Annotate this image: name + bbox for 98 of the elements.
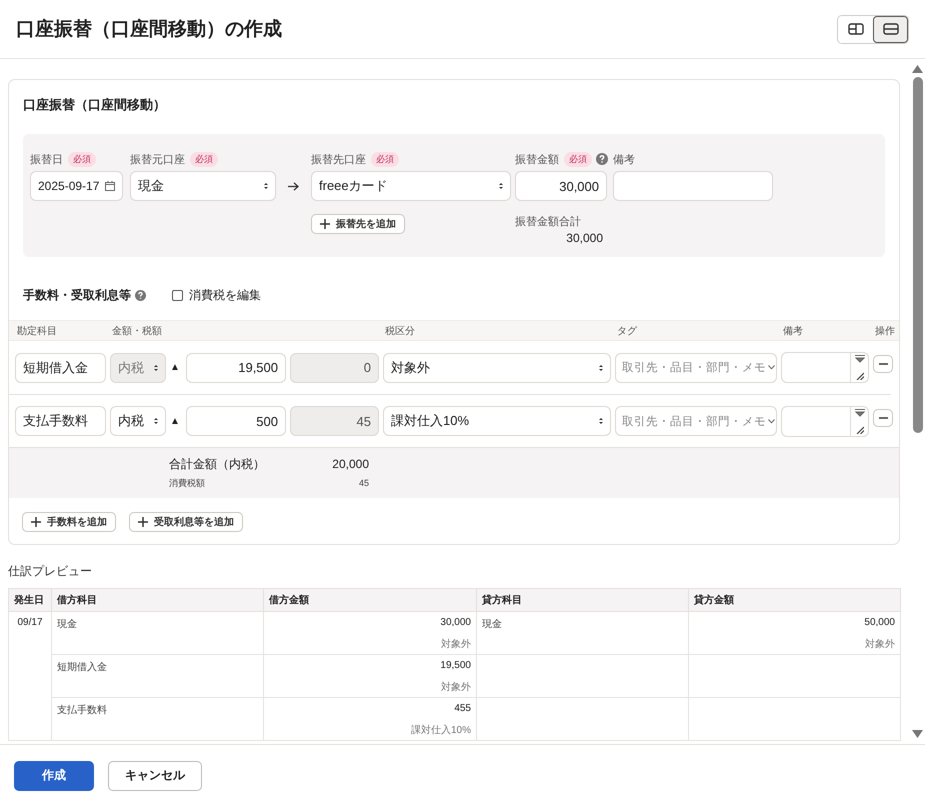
section-title: 仕訳プレビュー (8, 563, 93, 580)
column-header: 発生日 (8, 588, 52, 612)
split-layout-icon (848, 23, 864, 35)
tax-amount-field: 0 (290, 352, 379, 382)
create-button[interactable]: 作成 (14, 760, 94, 790)
amount-text: 19,500 (439, 660, 471, 671)
select-caret-icon (599, 364, 603, 372)
right-arrow-icon (288, 182, 299, 190)
total-value: 20,000 (331, 457, 369, 471)
plus-icon (138, 517, 148, 527)
select-caret-icon (264, 182, 268, 190)
amount-text: 50,000 (863, 617, 895, 628)
tax-class-text: 対象外 (864, 638, 895, 651)
scrollbar-thumb[interactable] (912, 77, 922, 433)
field-label: 振替金額 (515, 152, 559, 166)
date-field[interactable]: 2025-09-17 (30, 171, 123, 201)
column-header: 税区分 (384, 324, 416, 338)
minus-sign: ▲ (170, 362, 181, 373)
add-fee-button[interactable]: 手数料を追加 (22, 512, 116, 532)
remove-row-button[interactable] (873, 355, 893, 373)
required-badge: 必須 (371, 152, 399, 166)
total-label: 振替金額合計 (515, 214, 582, 229)
chevron-down-icon (768, 365, 775, 370)
total-value: 30,000 (565, 231, 603, 245)
select-field[interactable]: 課対仕入10% (383, 406, 611, 436)
column-header: 備考 (782, 324, 804, 338)
date-cell: 09/17 (8, 612, 52, 740)
column-header: タグ (616, 324, 638, 338)
amount-field[interactable]: 19,500 (186, 352, 286, 382)
select-field[interactable]: 内税 (110, 406, 166, 436)
required-badge: 必須 (68, 152, 96, 166)
total-label: 合計金額（内税） (169, 456, 266, 472)
amount-text: 455 (453, 703, 471, 714)
scroll-down-icon[interactable] (912, 730, 923, 738)
column-header: 操作 (874, 324, 896, 338)
column-header: 借方科目 (52, 588, 264, 612)
table-cell: 支払手数料 (52, 698, 264, 740)
amount-field[interactable]: 30,000 (515, 171, 607, 201)
chevron-down-icon (768, 418, 775, 424)
add-destination-button[interactable]: 振替先を追加 (311, 214, 405, 234)
column-header: 借方金額 (264, 588, 476, 612)
field-label: 振替先口座 (311, 152, 366, 166)
plus-icon (320, 219, 330, 229)
tax-amount-field: 45 (290, 406, 379, 436)
select-field[interactable]: 対象外 (383, 352, 611, 382)
checkbox-label: 消費税を編集 (189, 287, 261, 304)
tag-select-field[interactable]: 取引先・品目・部門・メモ (615, 352, 777, 382)
section-title: 口座振替（口座間移動） (22, 96, 167, 114)
field-label: 振替日 (30, 152, 63, 166)
triangle-down-icon (854, 408, 864, 416)
remove-row-button[interactable] (873, 409, 893, 427)
cancel-button[interactable]: キャンセル (108, 760, 202, 790)
field-label: 振替元口座 (130, 152, 185, 166)
page-title: 口座振替（口座間移動）の作成 (16, 18, 282, 42)
column-header: 貸方金額 (688, 588, 900, 612)
table-cell: 現金 (476, 612, 688, 654)
minus-icon (878, 417, 888, 419)
table-cell: 現金 (52, 612, 264, 654)
memo-field[interactable] (613, 171, 773, 201)
resize-grip-icon (856, 372, 864, 380)
tax-class-text: 課対仕入10% (410, 724, 471, 737)
scroll-up-icon[interactable] (912, 65, 923, 73)
checkbox[interactable] (172, 290, 183, 301)
select-field[interactable]: 現金 (130, 171, 276, 201)
tax-label: 消費税額 (169, 476, 206, 490)
minus-sign: ▲ (170, 416, 181, 426)
table-cell: 短期借入金 (52, 654, 264, 698)
minus-icon (878, 363, 888, 365)
column-header: 貸方科目 (476, 588, 688, 612)
help-icon (135, 290, 146, 301)
select-caret-icon (154, 364, 158, 372)
amount-field[interactable]: 500 (186, 406, 286, 436)
layout-toggle-button[interactable] (873, 16, 908, 42)
field-label: 備考 (613, 152, 635, 166)
required-badge: 必須 (564, 152, 592, 166)
select-caret-icon (499, 182, 503, 190)
amount-text: 30,000 (439, 617, 471, 628)
section-title: 手数料・受取利息等 (23, 287, 131, 304)
triangle-down-icon (854, 355, 864, 363)
tax-class-text: 対象外 (440, 680, 471, 694)
select-field: 内税 (110, 352, 166, 382)
tag-select-field[interactable]: 取引先・品目・部門・メモ (615, 406, 777, 436)
tax-class-text: 対象外 (440, 638, 471, 651)
select-field[interactable]: freeeカード (311, 171, 511, 201)
stacked-layout-icon (882, 23, 898, 35)
column-header: 金額・税額 (111, 324, 163, 338)
add-interest-button[interactable]: 受取利息等を追加 (129, 512, 243, 532)
help-icon (596, 153, 608, 165)
account-field[interactable]: 支払手数料 (15, 406, 106, 436)
column-header: 勘定科目 (16, 324, 58, 338)
select-caret-icon (599, 417, 603, 425)
resize-grip-icon (856, 426, 864, 434)
calendar-icon (105, 181, 115, 191)
required-badge: 必須 (190, 152, 218, 166)
account-field[interactable]: 短期借入金 (15, 352, 106, 382)
tax-value: 45 (358, 478, 369, 488)
plus-icon (31, 517, 41, 527)
select-caret-icon (154, 417, 158, 425)
